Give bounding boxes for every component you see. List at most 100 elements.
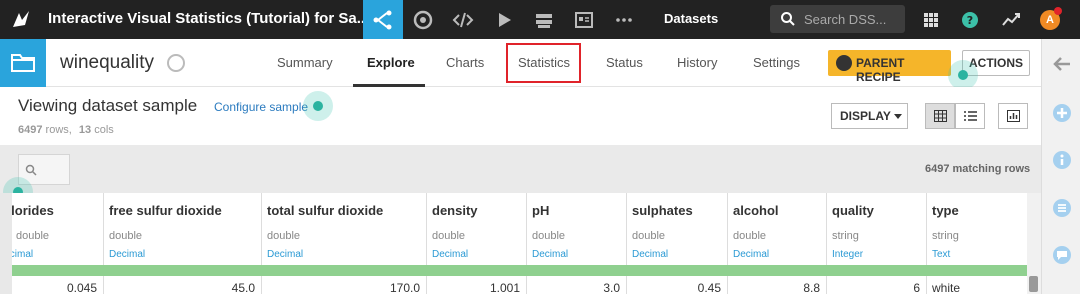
chat-glyph (1057, 251, 1067, 260)
plus-glyph (1057, 108, 1067, 118)
avatar-letter: A (1046, 14, 1054, 26)
caret-down-icon (894, 114, 902, 119)
cell-value[interactable]: 170.0 (390, 281, 420, 294)
configure-sample-link[interactable]: Configure sample (214, 100, 308, 114)
table-grid-icon (934, 110, 947, 122)
cell-value[interactable]: 3.0 (603, 281, 620, 294)
chart-view-button[interactable] (998, 103, 1028, 129)
search-placeholder: Search DSS... (804, 12, 887, 27)
column-header-free-sulfur-dioxide[interactable]: free sulfur dioxide double Decimal 45.0 (104, 193, 262, 294)
deploy-icon[interactable] (533, 9, 555, 31)
column-name: density (432, 203, 478, 218)
column-meaning[interactable]: Decimal (733, 249, 769, 260)
column-meaning[interactable]: Decimal (632, 249, 668, 260)
cell-value[interactable]: white (932, 281, 960, 294)
help-icon[interactable]: ? (959, 9, 981, 31)
dataiku-bird-logo[interactable] (10, 8, 32, 30)
tab-charts[interactable]: Charts (446, 55, 484, 70)
cell-value[interactable]: 0.045 (67, 281, 97, 294)
search-icon (25, 164, 37, 176)
list-view-button[interactable] (955, 103, 985, 129)
column-name: pH (532, 203, 550, 218)
cell-value[interactable]: 45.0 (232, 281, 255, 294)
column-header-type[interactable]: type string Text white (927, 193, 1027, 294)
top-navbar: Interactive Visual Statistics (Tutorial)… (0, 0, 1080, 39)
dashboard-icon[interactable] (573, 9, 595, 31)
parent-recipe-button[interactable]: PARENT RECIPE (828, 50, 951, 84)
column-name: free sulfur dioxide (109, 203, 222, 218)
dataset-type-badge (0, 39, 46, 87)
column-storage-type: double (267, 230, 301, 242)
column-meaning[interactable]: Decimal (532, 249, 568, 260)
apps-grid-icon[interactable] (920, 9, 942, 31)
more-icon[interactable] (613, 9, 635, 31)
dss-explore-screen: Interactive Visual Statistics (Tutorial)… (0, 0, 1080, 294)
cell-value[interactable]: 0.45 (698, 281, 721, 294)
rows-count: 6497 (18, 124, 43, 136)
column-header-sulphates[interactable]: sulphates double Decimal 0.45 (627, 193, 728, 294)
column-header-alcohol[interactable]: alcohol double Decimal 8.8 (728, 193, 827, 294)
column-meaning[interactable]: Text (932, 249, 950, 260)
column-header-chlorides[interactable]: chlorides double Decimal 0.045 (0, 193, 104, 294)
cols-label: cols (94, 124, 114, 136)
dataset-header: winequality Summary Explore Charts Stati… (0, 39, 1041, 90)
tutorial-hotspot-configure[interactable] (303, 91, 333, 121)
cell-value[interactable]: 6 (913, 281, 920, 294)
add-icon[interactable] (1053, 104, 1071, 122)
column-header-total-sulfur-dioxide[interactable]: total sulfur dioxide double Decimal 170.… (262, 193, 427, 294)
column-header-quality[interactable]: quality string Integer 6 (827, 193, 927, 294)
flow-button[interactable] (363, 0, 403, 39)
data-quality-bar[interactable] (0, 265, 1027, 276)
code-icon[interactable] (452, 9, 474, 31)
list-glyph (1058, 204, 1066, 212)
discussion-icon[interactable] (1053, 246, 1071, 264)
play-icon[interactable] (493, 9, 515, 31)
column-storage-type: double (632, 230, 666, 242)
nav-datasets-link[interactable]: Datasets (664, 11, 718, 26)
flow-icon (373, 10, 392, 30)
details-list-icon[interactable] (1053, 199, 1071, 217)
column-storage-type: string (832, 230, 859, 242)
column-storage-type: double (432, 230, 466, 242)
column-name: sulphates (632, 203, 693, 218)
column-meaning[interactable]: Decimal (109, 249, 145, 260)
cell-value[interactable]: 1.001 (490, 281, 520, 294)
column-header-density[interactable]: density double Decimal 1.001 (427, 193, 527, 294)
project-title[interactable]: Interactive Visual Statistics (Tutorial)… (48, 10, 369, 27)
sample-info-bar: Viewing dataset sample Configure sample … (0, 87, 1041, 145)
row-col-counts: 6497 rows, 13 cols (18, 124, 114, 136)
svg-text:?: ? (967, 14, 973, 27)
rows-label: rows, (45, 124, 72, 136)
column-meaning[interactable]: Decimal (432, 249, 468, 260)
tab-summary[interactable]: Summary (277, 55, 333, 70)
column-meaning[interactable]: Decimal (267, 249, 303, 260)
horizontal-scroll-indicator[interactable] (0, 193, 12, 294)
tab-explore[interactable]: Explore (367, 55, 415, 70)
vertical-scrollbar[interactable] (1027, 193, 1041, 294)
activity-icon[interactable] (1000, 9, 1022, 31)
table-view-button[interactable] (925, 103, 955, 129)
scrollbar-thumb[interactable] (1029, 276, 1038, 292)
compass-icon[interactable] (167, 54, 185, 72)
column-header-ph[interactable]: pH double Decimal 3.0 (527, 193, 627, 294)
column-storage-type: double (532, 230, 566, 242)
arrow-left-icon[interactable] (1053, 56, 1071, 72)
dataset-name[interactable]: winequality (60, 52, 154, 74)
tutorial-hotspot-actions[interactable] (948, 60, 978, 90)
column-meaning[interactable]: Integer (832, 249, 863, 260)
search-input[interactable]: Search DSS... (770, 5, 905, 33)
right-sidebar (1041, 39, 1080, 294)
column-name: total sulfur dioxide (267, 203, 384, 218)
tab-settings[interactable]: Settings (753, 55, 800, 70)
sample-title: Viewing dataset sample (18, 96, 198, 115)
tab-status[interactable]: Status (606, 55, 643, 70)
column-storage-type: double (16, 230, 50, 242)
tab-history[interactable]: History (677, 55, 717, 70)
column-name: quality (832, 203, 874, 218)
info-glyph (1060, 154, 1064, 165)
cell-value[interactable]: 8.8 (803, 281, 820, 294)
display-dropdown[interactable]: DISPLAY (831, 103, 908, 129)
info-icon[interactable] (1053, 151, 1071, 169)
matching-rows-count: 6497 matching rows (925, 163, 1031, 175)
recipe-icon[interactable] (412, 9, 434, 31)
